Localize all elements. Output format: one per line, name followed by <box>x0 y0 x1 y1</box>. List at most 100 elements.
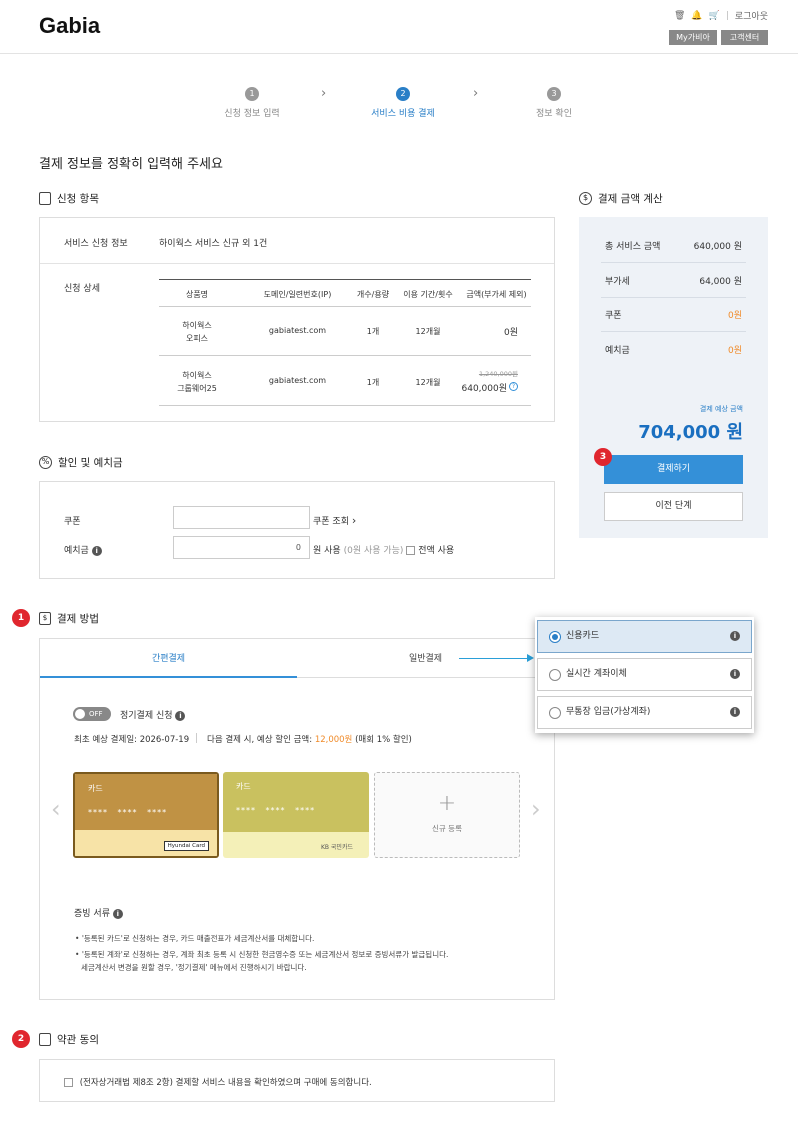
radio[interactable] <box>549 707 561 719</box>
pay-option-virtual-account[interactable]: 무통장 입금(가상계좌) i <box>537 696 752 729</box>
coupon-search-link[interactable]: 쿠폰 조회 › <box>313 514 356 527</box>
application-section-title: 신청 항목 <box>39 191 99 206</box>
terms-section-title: 약관 동의 <box>39 1032 99 1047</box>
summary-row: 쿠폰 0원 <box>605 311 742 321</box>
info-icon[interactable]: i <box>91 545 102 556</box>
note-item: 세금계산서 변경을 원할 경우, '정기결제' 메뉴에서 진행하시기 바랍니다. <box>81 963 307 972</box>
logout-link[interactable]: 로그아웃 <box>735 9 768 22</box>
step-badge-2: 2 <box>12 1030 30 1048</box>
step-2: 2 서비스 비용 결제 <box>371 87 435 119</box>
help-icon[interactable]: ? <box>509 382 518 391</box>
step-1: 1 신청 정보 입력 <box>224 87 280 119</box>
summary-row: 예치금 0원 <box>605 346 742 356</box>
cart-icon[interactable]: 🛒 <box>709 11 720 21</box>
receipt-icon: $ <box>39 612 51 625</box>
card-hyundai[interactable]: 카드 **** **** **** Hyundai Card <box>73 772 219 858</box>
divider <box>601 297 746 298</box>
terms-checkbox[interactable] <box>64 1078 73 1087</box>
carousel-next-icon[interactable]: › <box>531 795 541 823</box>
divider <box>40 263 554 264</box>
tab-easy-pay[interactable]: 간편결제 <box>40 640 297 678</box>
document-icon <box>39 1033 51 1046</box>
header-utility: 🗑 🔔 🛒 | 로그아웃 <box>674 9 768 23</box>
regular-pay-toggle[interactable]: OFF <box>73 707 111 721</box>
pay-option-credit-card[interactable]: 신용카드 i <box>537 620 752 653</box>
payment-section-title: $ 결제 방법 <box>39 611 99 626</box>
payment-option-popup: 신용카드 i 실시간 계좌이체 i 무통장 입금(가상계좌) i <box>535 617 754 733</box>
chevron-right-icon: › <box>351 514 357 527</box>
table-row-product: 하이웍스 그룹웨어25 <box>177 371 217 393</box>
deposit-input[interactable]: 0 <box>173 536 310 559</box>
radio[interactable] <box>549 669 561 681</box>
info-icon[interactable]: i <box>112 908 123 919</box>
table-row-domain: gabiatest.com <box>268 326 327 335</box>
divider <box>196 733 197 743</box>
info-icon[interactable]: i <box>730 707 740 717</box>
table-row-period: 12개월 <box>415 327 441 336</box>
divider <box>601 331 746 332</box>
table-row-qty: 1개 <box>366 327 380 336</box>
chevron-right-icon: › <box>321 86 327 101</box>
deposit-usage: 원 사용 (0원 사용 가능) 전액 사용 <box>313 546 455 556</box>
annotation-arrow-head-icon <box>527 654 534 662</box>
service-info-value: 하이웍스 서비스 신규 외 1건 <box>159 239 268 249</box>
trash-icon[interactable]: 🗑 <box>674 11 685 21</box>
divider <box>601 262 746 263</box>
detail-table-header: 상품명 도메인/일련번호(IP) 개수/용량 이용 기간/횟수 금액(부가세 제… <box>159 279 531 307</box>
next-discount-text: 다음 결제 시, 예상 할인 금액: 12,000원 (매회 1% 할인) <box>207 735 412 745</box>
detail-label: 신청 상세 <box>64 284 100 294</box>
service-info-label: 서비스 신청 정보 <box>64 239 128 249</box>
pay-button[interactable]: 결제하기 <box>604 455 743 484</box>
percent-icon: % <box>39 456 52 469</box>
expected-amount-label: 결제 예상 금액 <box>699 405 743 413</box>
receipt-title: 증빙 서류 i <box>74 906 123 919</box>
note-item: • '등록된 계좌'로 신청하는 경우, 계좌 최초 등록 시 신청한 현금영수… <box>75 950 449 959</box>
table-row-qty: 1개 <box>366 378 380 387</box>
summary-panel <box>579 217 768 538</box>
gabia-logo[interactable]: Gabia <box>39 13 100 39</box>
pay-option-realtime-transfer[interactable]: 실시간 계좌이체 i <box>537 658 752 691</box>
bell-icon[interactable]: 🔔 <box>691 11 702 21</box>
prev-step-button[interactable]: 이전 단계 <box>604 492 743 521</box>
tab-general-pay[interactable]: 일반결제 <box>297 640 554 678</box>
use-all-checkbox[interactable] <box>406 546 416 555</box>
summary-row: 총 서비스 금액 640,000 원 <box>605 242 742 252</box>
coupon-input[interactable] <box>173 506 310 529</box>
table-row-original-price: 1,240,000원 <box>478 370 518 378</box>
card-brand-logo: Hyundai Card <box>163 841 209 851</box>
discount-section-title: % 할인 및 예치금 <box>39 455 123 470</box>
dollar-icon: $ <box>579 192 592 205</box>
discount-box <box>39 481 555 579</box>
document-list-icon <box>39 192 51 205</box>
radio-selected[interactable] <box>549 631 561 643</box>
first-pay-date: 최초 예상 결제일: 2026-07-19 <box>74 735 190 745</box>
carousel-prev-icon[interactable]: ‹ <box>51 795 61 823</box>
step-badge-1: 1 <box>12 609 30 627</box>
table-row-amount: 640,000원 <box>461 384 508 394</box>
table-row-amount: 0원 <box>503 328 518 338</box>
summary-section-title: $ 결제 금액 계산 <box>579 191 663 206</box>
summary-row: 부가세 64,000 원 <box>605 277 742 287</box>
customer-center-button[interactable]: 고객센터 <box>721 30 768 45</box>
table-row-domain: gabiatest.com <box>268 376 327 385</box>
step-badge-3: 3 <box>594 448 612 466</box>
card-kb[interactable]: 카드 **** **** **** KB 국민카드 <box>223 772 369 858</box>
card-brand-logo: KB 국민카드 <box>320 844 353 851</box>
top-header: Gabia 🗑 🔔 🛒 | 로그아웃 My가비아 고객센터 <box>0 0 798 54</box>
info-icon[interactable]: i <box>175 710 186 721</box>
plus-icon: + <box>437 791 457 816</box>
add-card-button[interactable]: + 신규 등록 <box>374 772 520 858</box>
annotation-arrow-line <box>459 658 529 659</box>
coupon-label: 쿠폰 <box>64 517 81 527</box>
info-icon[interactable]: i <box>730 631 740 641</box>
divider: | <box>725 10 729 21</box>
note-item: • '등록된 카드'로 신청하는 경우, 카드 매출전표가 세금계산서를 대체합… <box>75 934 315 943</box>
info-icon[interactable]: i <box>730 669 740 679</box>
terms-agree: (전자상거래법 제8조 2항) 결제할 서비스 내용을 확인하였으며 구매에 동… <box>64 1076 372 1088</box>
regular-pay-label: 정기결제 신청 i <box>120 708 186 721</box>
deposit-label: 예치금 i <box>64 543 102 556</box>
divider <box>159 405 531 406</box>
chevron-right-icon: › <box>473 86 479 101</box>
my-gabia-button[interactable]: My가비아 <box>669 30 717 45</box>
divider <box>159 355 531 356</box>
